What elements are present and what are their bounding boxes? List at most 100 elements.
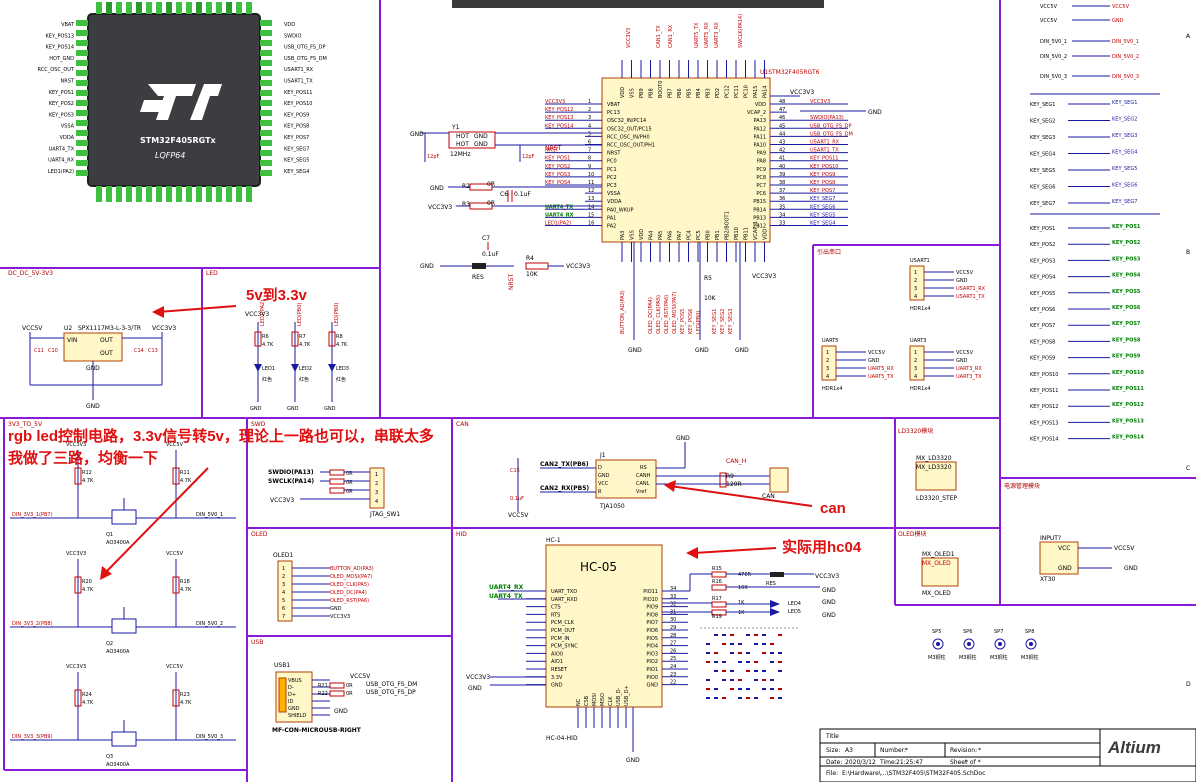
mcu-net-label: KEY_POS1	[545, 156, 570, 162]
mcu-img-pin	[76, 20, 88, 26]
mcu-pin-name: PB2/BOOT1	[725, 211, 731, 240]
mcu-pin-name: VSS	[630, 230, 636, 240]
svg-text:GND: GND	[410, 131, 424, 138]
net-label: KEY_POS4	[1030, 275, 1055, 281]
mcu-img-left-label: UART4_TX	[49, 146, 75, 152]
mcu-img-pin	[116, 2, 122, 14]
svg-text:HOT: HOT	[456, 133, 469, 140]
svg-text:R4: R4	[526, 255, 534, 262]
uart-pin-num: 4	[914, 374, 917, 380]
svg-text:Date:: Date:	[826, 759, 842, 766]
svg-text:470R: 470R	[738, 572, 752, 578]
svg-text:0.1uF: 0.1uF	[482, 251, 499, 258]
net-label: KEY_POS6	[1030, 307, 1055, 313]
svg-text:TJA1050: TJA1050	[599, 503, 625, 510]
hc05-pin-num: 25	[670, 656, 676, 662]
net-label: KEY_SEG2	[1112, 117, 1137, 123]
mcu-pin-name: VBAT	[607, 102, 621, 108]
mcu-pin-name: PB3	[706, 88, 712, 98]
led-resistor-value: 4.7K	[299, 342, 311, 348]
mcu-img-left-label: KEY_POS2	[49, 101, 74, 107]
svg-text:R16: R16	[712, 579, 722, 585]
net-label: KEY_POS2	[1112, 240, 1141, 246]
svg-text:LED4: LED4	[788, 601, 801, 607]
svg-text:* of *: * of *	[965, 759, 981, 766]
uart-footprint: HDR1x4	[910, 306, 930, 312]
altium-logo: Altium	[1107, 738, 1161, 757]
uart-pin-num: 3	[826, 366, 829, 372]
level-q-ref: Q1	[106, 532, 113, 538]
net-label: KEY_SEG5	[1112, 166, 1137, 172]
mcu-img-pin	[96, 186, 102, 202]
svg-text:C6: C6	[500, 191, 508, 198]
mcu-img-left-label: KEY_POS3	[49, 112, 74, 118]
oled-net: GND	[330, 606, 342, 612]
svg-text:CAN: CAN	[456, 421, 469, 428]
net-label: KEY_POS14	[1112, 435, 1144, 441]
svg-text:GND: GND	[822, 587, 836, 594]
mount-value: M3铜柱	[959, 654, 977, 661]
mcu-img-pin	[236, 186, 242, 202]
svg-text:Y1: Y1	[451, 124, 460, 131]
svg-text:VCC3V3: VCC3V3	[815, 573, 839, 580]
svg-text:VCC5V: VCC5V	[1114, 545, 1135, 552]
net-label: KEY_SEG5	[1030, 168, 1055, 174]
mcu-img-right-label: KEY_SEG7	[284, 146, 309, 152]
svg-text:10K: 10K	[738, 585, 748, 591]
level-q-part: AO3400A	[106, 762, 130, 768]
mount-ref: SP5	[932, 629, 941, 635]
svg-text:GND: GND	[474, 133, 488, 140]
mcu-pin-name: PC4	[687, 230, 693, 240]
mcu-img-right-label: VDD	[284, 22, 295, 28]
mcu-pin-name: VDDA	[607, 199, 622, 205]
svg-text:0R: 0R	[346, 683, 353, 689]
svg-text:R21: R21	[318, 683, 328, 689]
svg-text:LED: LED	[206, 270, 218, 277]
mcu-pin-name: PA13	[754, 118, 766, 124]
mcu-pin-num: 44	[779, 131, 785, 137]
svg-text:C10: C10	[48, 348, 58, 354]
gnd-label: GND	[324, 406, 336, 412]
mcu-img-left-label: UART4_RX	[48, 158, 74, 164]
mcu-img-left-label: VDDA	[60, 135, 75, 141]
uart-pin-num: 1	[914, 350, 917, 356]
net-label: KEY_POS12	[1112, 402, 1144, 408]
svg-text:VCC5V: VCC5V	[350, 673, 371, 680]
usb-pin: D+	[288, 692, 296, 698]
net-label: KEY_SEG4	[1030, 152, 1055, 158]
mcu-part-label: STM32F405RGTx	[140, 136, 217, 145]
net-label: VCC5V	[1040, 18, 1058, 24]
uart-pin-num: 3	[914, 366, 917, 372]
oled-pin-num: 3	[282, 582, 285, 588]
mcu-net-label: KEY_POS7	[810, 188, 835, 194]
svg-text:R15: R15	[712, 566, 722, 572]
svg-text:RES: RES	[472, 274, 484, 281]
svg-text:B: B	[1186, 249, 1190, 256]
mcu-img-pin	[76, 80, 88, 86]
oled-pin-num: 1	[282, 566, 285, 572]
svg-text:File:: File:	[826, 770, 838, 777]
mcu-pin-num: 13	[588, 196, 594, 202]
hc05-pin-num: 22	[670, 680, 676, 686]
net-label: VCC5V	[1040, 4, 1058, 10]
vcc-label: VCC3V3	[66, 551, 86, 557]
uart-net: GND	[956, 278, 968, 284]
net-label: KEY_POS8	[1030, 339, 1055, 345]
level-r-ref: R11	[180, 470, 190, 476]
mcu-pin-name: PB5	[687, 88, 693, 98]
svg-text:GND: GND	[598, 473, 610, 479]
mcu-pin-num: 3	[588, 115, 591, 121]
mcu-img-left-label: KEY_POS14	[46, 45, 74, 51]
uart-net: USART1_TX	[956, 294, 985, 300]
mcu-pin-name: PA0_WKUP	[607, 207, 634, 213]
svg-text:GND: GND	[468, 685, 482, 692]
net-label: DIN_5V0_1	[1112, 39, 1139, 45]
svg-text:Size:: Size:	[826, 747, 840, 754]
net-label: KEY_SEG4	[1112, 150, 1137, 156]
uart-pin-num: 2	[826, 358, 829, 364]
uart-pin-num: 3	[914, 286, 917, 292]
hc05-pin: PIO3	[646, 651, 658, 657]
mcu-img-pin	[260, 70, 272, 76]
mcu-pin-name: PA2	[607, 224, 616, 230]
mcu-bottom-net: LED(PB0)	[696, 311, 702, 334]
